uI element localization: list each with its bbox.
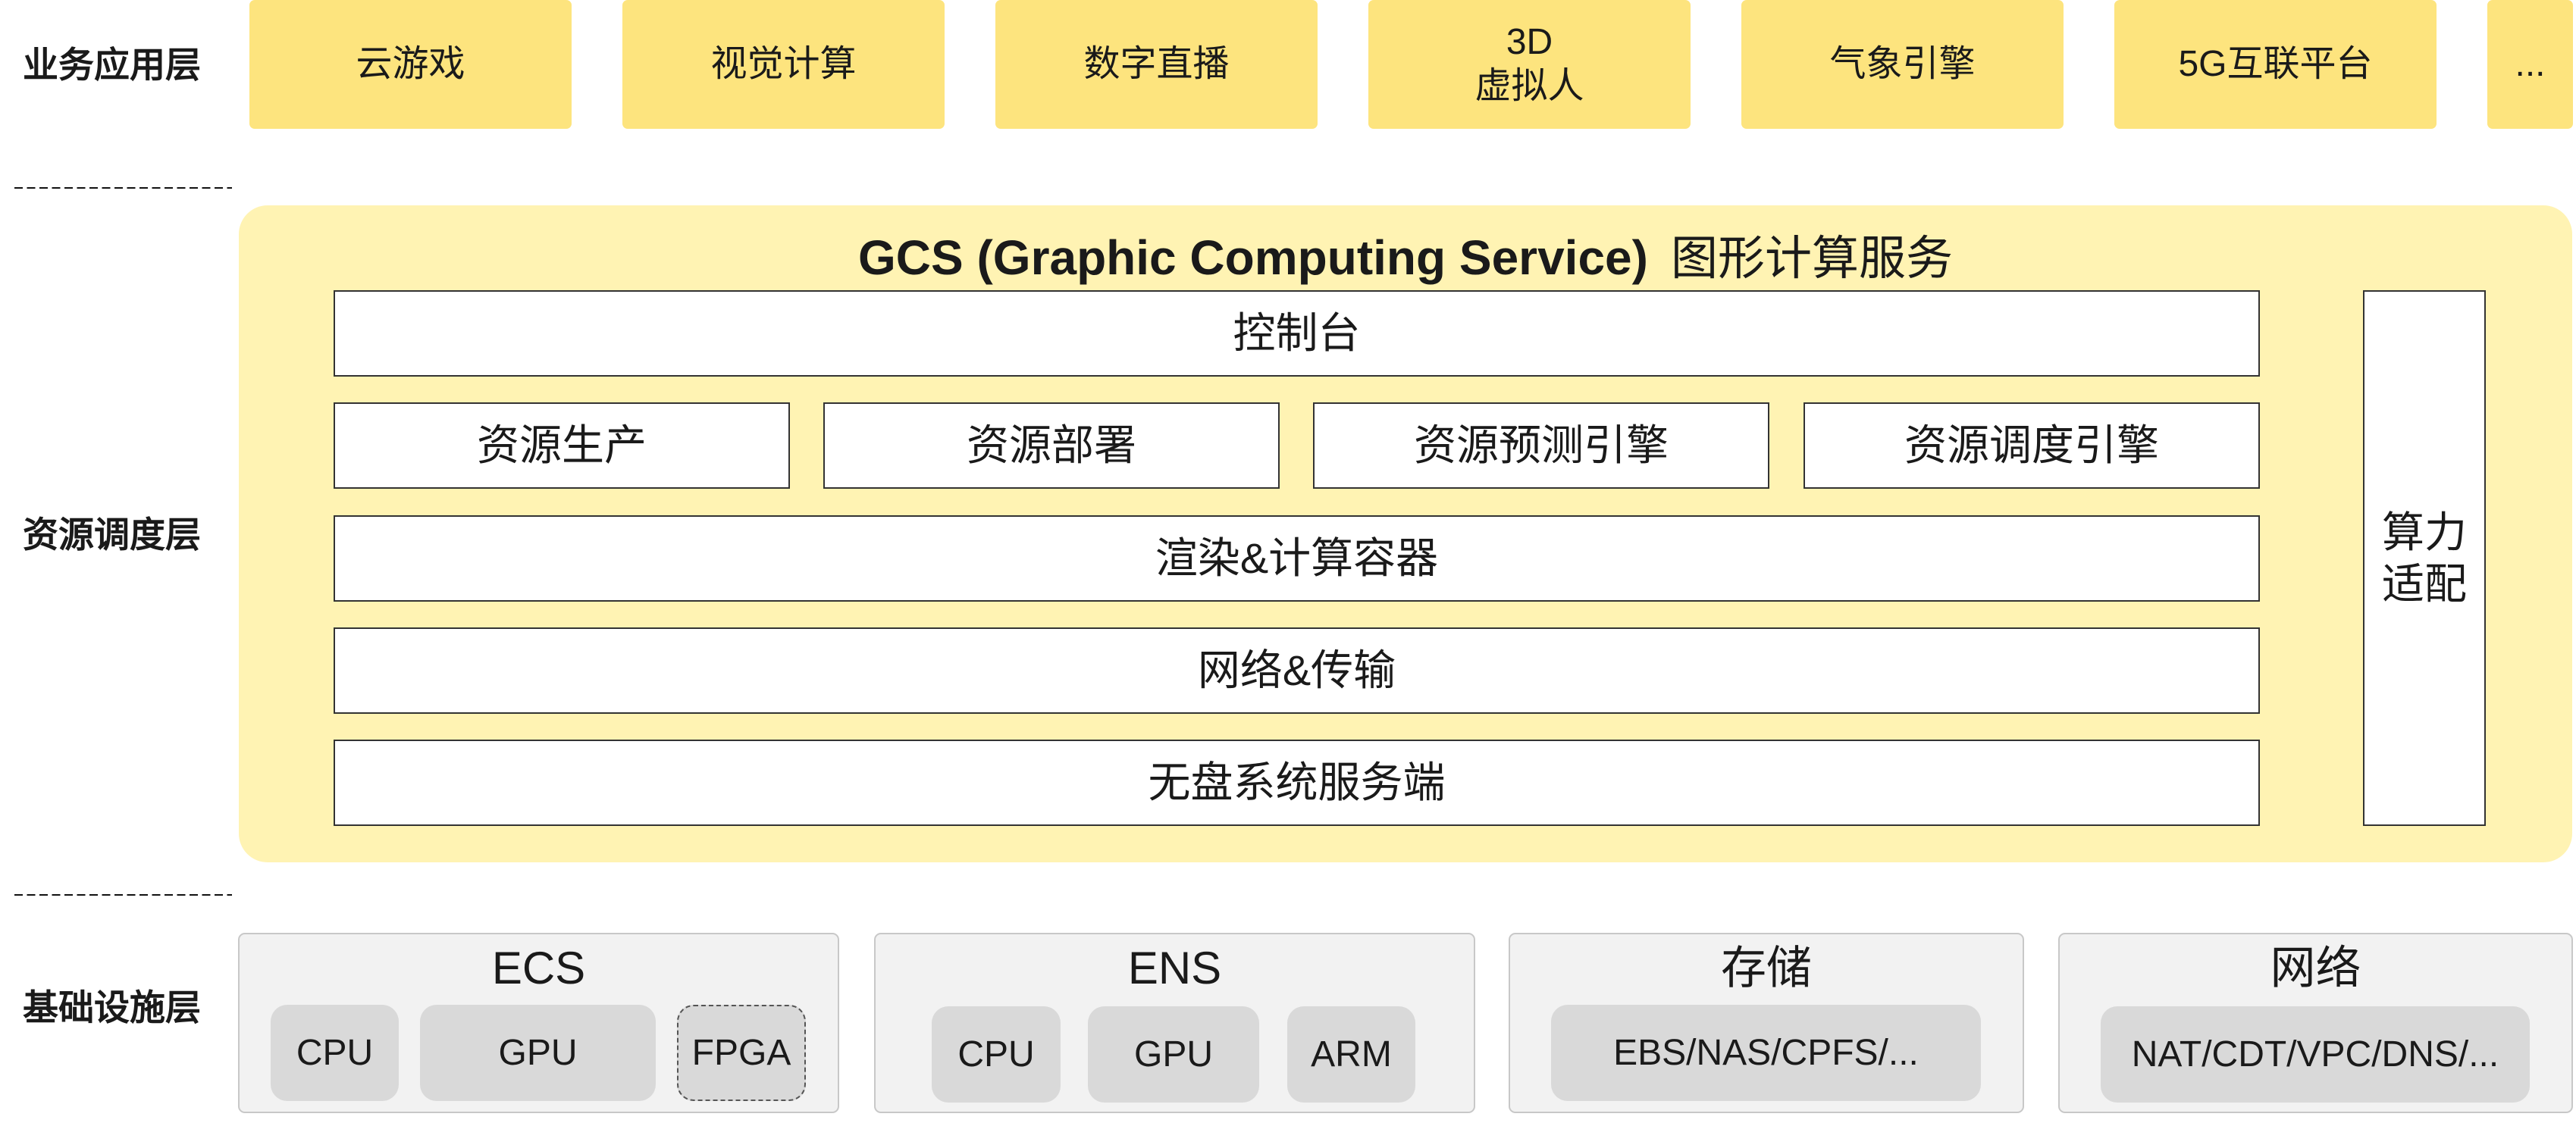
app-item-weather-engine: 气象引擎 bbox=[1741, 0, 2064, 129]
infra-group-title: 网络 bbox=[2270, 943, 2361, 993]
app-item-visual-computing: 视觉计算 bbox=[622, 0, 945, 129]
network-transport: 网络&传输 bbox=[334, 627, 2260, 714]
infra-group-title: ENS bbox=[1127, 943, 1222, 993]
compute-adaptation: 算力 适配 bbox=[2363, 290, 2486, 826]
layer-divider bbox=[14, 187, 232, 189]
chip-arm: ARM bbox=[1287, 1006, 1415, 1103]
infra-group-title: ECS bbox=[491, 943, 586, 993]
module-resource-production: 资源生产 bbox=[334, 402, 790, 489]
app-item-more: ... bbox=[2487, 0, 2573, 129]
gcs-panel: GCS (Graphic Computing Service) 图形计算服务 控制… bbox=[239, 205, 2572, 862]
gcs-title-en: GCS (Graphic Computing Service) bbox=[858, 230, 1648, 285]
layer-label-scheduling: 资源调度层 bbox=[23, 515, 201, 555]
chip-cpu: CPU bbox=[932, 1006, 1061, 1103]
layer-label-application: 业务应用层 bbox=[23, 45, 201, 85]
infra-group-ecs: ECS CPU GPU FPGA bbox=[238, 933, 839, 1113]
chip-gpu: GPU bbox=[1088, 1006, 1259, 1103]
gcs-title: GCS (Graphic Computing Service) 图形计算服务 bbox=[239, 227, 2572, 288]
chip-gpu: GPU bbox=[420, 1005, 656, 1101]
application-layer-row: 云游戏 视觉计算 数字直播 3D 虚拟人 气象引擎 5G互联平台 ... bbox=[249, 0, 2573, 129]
infra-group-ens: ENS CPU GPU ARM bbox=[874, 933, 1475, 1113]
app-item-5g-platform: 5G互联平台 bbox=[2114, 0, 2437, 129]
chip-storage-services: EBS/NAS/CPFS/... bbox=[1551, 1005, 1981, 1101]
chip-cpu: CPU bbox=[271, 1005, 399, 1101]
layer-label-infrastructure: 基础设施层 bbox=[23, 987, 201, 1028]
app-item-3d-avatar: 3D 虚拟人 bbox=[1368, 0, 1691, 129]
console-box: 控制台 bbox=[334, 290, 2260, 377]
render-compute-container: 渲染&计算容器 bbox=[334, 515, 2260, 602]
diskless-system-server: 无盘系统服务端 bbox=[334, 740, 2260, 826]
module-resource-scheduling-engine: 资源调度引擎 bbox=[1804, 402, 2260, 489]
module-resource-deployment: 资源部署 bbox=[823, 402, 1280, 489]
infra-group-storage: 存储 EBS/NAS/CPFS/... bbox=[1509, 933, 2024, 1113]
module-resource-prediction-engine: 资源预测引擎 bbox=[1313, 402, 1769, 489]
infra-group-network: 网络 NAT/CDT/VPC/DNS/... bbox=[2058, 933, 2573, 1113]
layer-divider bbox=[14, 894, 232, 896]
app-item-cloud-gaming: 云游戏 bbox=[249, 0, 572, 129]
app-item-digital-live: 数字直播 bbox=[995, 0, 1318, 129]
chip-fpga: FPGA bbox=[677, 1005, 806, 1101]
gcs-title-cn: 图形计算服务 bbox=[1670, 233, 1953, 285]
infra-group-title: 存储 bbox=[1721, 943, 1812, 993]
chip-network-services: NAT/CDT/VPC/DNS/... bbox=[2101, 1006, 2530, 1103]
